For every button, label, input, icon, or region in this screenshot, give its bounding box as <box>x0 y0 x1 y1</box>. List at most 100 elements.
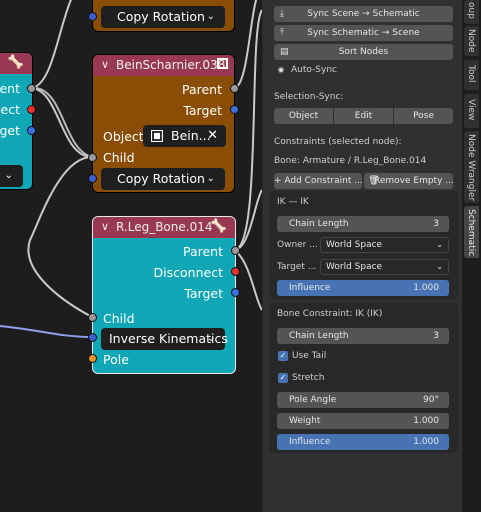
beinscharnier-parent-socket[interactable] <box>230 84 239 93</box>
chevron-down-icon: ⌄ <box>206 173 215 184</box>
object-field[interactable]: Bein... ✕ <box>143 125 226 147</box>
tab-view[interactable]: View <box>464 94 479 128</box>
chevron-down-icon: ⌄ <box>4 170 13 181</box>
use-tail-checkbox[interactable]: ✓ <box>278 351 288 361</box>
object-label: Object: <box>103 129 148 144</box>
tab-node-wrangler[interactable]: Node Wrangler <box>464 131 479 203</box>
object-icon <box>217 58 228 69</box>
left-node-dropdown[interactable]: ⌄ <box>0 165 23 187</box>
beinscharnier-action-dropdown[interactable]: Copy Rotation ⌄ <box>101 168 225 190</box>
left-node-parent: Parent <box>0 81 20 96</box>
leg-bone-node[interactable]: ∨ R.Leg_Bone.014 🦴 Parent Disconnect Tar… <box>92 216 236 374</box>
tab-group[interactable]: oup <box>464 0 479 24</box>
beinscharnier-action-socket[interactable] <box>88 174 97 183</box>
close-icon[interactable]: ✕ <box>207 125 218 147</box>
pole-angle-label: Pole Angle <box>289 395 337 405</box>
auto-sync-toggle[interactable] <box>276 65 286 75</box>
tab-schematic[interactable]: Schematic <box>464 206 479 258</box>
ik-panel: IK — IK Chain Length 3 Owner ... World S… <box>269 191 458 299</box>
ik-chain-length-value: 3 <box>433 219 439 229</box>
pole-angle-value: 90° <box>423 395 439 405</box>
object-cube-icon <box>151 130 163 142</box>
bc-influence-value: 1.000 <box>413 437 439 447</box>
beinscharnier-child-socket[interactable] <box>88 153 97 162</box>
bone-label: Bone: Armature / R.Leg_Bone.014 <box>274 156 427 166</box>
leg-bone-action-dropdown[interactable]: Inverse Kinematics ⌄ <box>101 328 228 350</box>
beinscharnier-node[interactable]: ∨ BeinScharnier.038 Parent Target Object… <box>92 54 235 193</box>
sort-icon: ▤ <box>280 47 289 57</box>
leg-bone-child-socket[interactable] <box>88 313 97 322</box>
leg-bone-disconnect-socket[interactable] <box>231 267 240 276</box>
ik-panel-title: IK — IK <box>277 197 309 207</box>
tab-node-label: Node <box>466 29 476 53</box>
left-parent-socket[interactable] <box>27 84 36 93</box>
tab-tool-label: Tool <box>466 65 476 83</box>
top-node-action-label: Copy Rotation <box>117 9 205 24</box>
sort-nodes-label: Sort Nodes <box>338 47 389 57</box>
chevron-down-icon: ⌄ <box>436 262 443 271</box>
chevron-down-icon: ⌄ <box>206 333 215 344</box>
target-space-label: Target ... <box>277 262 317 272</box>
left-node-target: Target <box>0 123 20 138</box>
bc-influence-slider[interactable]: Influence 1.000 <box>277 434 449 450</box>
sort-nodes-button[interactable]: ▤ Sort Nodes <box>274 44 453 60</box>
sync-schematic-button[interactable]: ⤒ Sync Schematic → Scene <box>274 25 453 41</box>
leg-bone-pole-socket[interactable] <box>88 354 97 363</box>
schematic-sidebar: ⤓ Sync Scene → Schematic ⤒ Sync Schemati… <box>262 0 463 512</box>
leg-bone-target: Target <box>184 286 223 301</box>
sync-scene-label: Sync Scene → Schematic <box>307 9 420 19</box>
ik-chain-length-label: Chain Length <box>289 219 349 229</box>
bc-influence-label: Influence <box>289 437 331 447</box>
beinscharnier-title: BeinScharnier.038 <box>116 58 226 72</box>
left-node-disconnect: Disconnect <box>0 102 20 117</box>
left-disconnect-socket[interactable] <box>27 105 36 114</box>
pole-angle-field[interactable]: Pole Angle 90° <box>277 392 449 408</box>
remove-empty-button[interactable]: 🗑 Remove Empty ... <box>364 173 454 189</box>
target-space-select[interactable]: World Space ⌄ <box>320 259 449 275</box>
top-node[interactable]: Copy Rotation ⌄ <box>92 0 235 32</box>
selection-object-button[interactable]: Object <box>274 108 333 124</box>
leg-bone-title: R.Leg_Bone.014 <box>116 220 213 234</box>
beinscharnier-target-socket[interactable] <box>230 105 239 114</box>
selection-pose-button[interactable]: Pose <box>394 108 453 124</box>
tab-node[interactable]: Node <box>464 26 479 56</box>
leg-bone-header[interactable]: ∨ R.Leg_Bone.014 🦴 <box>93 217 235 238</box>
bone-constraint-panel: Bone Constraint: IK (IK) Chain Length 3 … <box>269 303 458 453</box>
left-target-socket[interactable] <box>27 126 36 135</box>
node-editor[interactable]: 🦴 Parent Disconnect Target ⌄ Copy Rotati… <box>0 0 262 512</box>
stretch-checkbox[interactable]: ✓ <box>278 373 288 383</box>
ik-chain-length-field[interactable]: Chain Length 3 <box>277 216 449 232</box>
ik-influence-slider[interactable]: Influence 1.000 <box>277 280 449 296</box>
leg-bone-parent-socket[interactable] <box>231 246 240 255</box>
ik-influence-value: 1.000 <box>413 283 439 293</box>
left-node[interactable]: 🦴 Parent Disconnect Target ⌄ <box>0 52 33 190</box>
add-constraint-button[interactable]: + Add Constraint ... <box>274 173 363 189</box>
owner-space-value: World Space <box>326 240 383 250</box>
tab-schematic-label: Schematic <box>466 209 476 257</box>
tab-view-label: View <box>466 99 476 121</box>
sync-scene-button[interactable]: ⤓ Sync Scene → Schematic <box>274 6 453 22</box>
selection-edit-button[interactable]: Edit <box>334 108 393 124</box>
owner-space-select[interactable]: World Space ⌄ <box>320 237 449 253</box>
left-node-header[interactable]: 🦴 <box>0 53 32 74</box>
upload-icon: ⤒ <box>280 28 284 38</box>
top-node-socket[interactable] <box>88 12 97 21</box>
collapse-chevron-icon[interactable]: ∨ <box>101 220 109 233</box>
leg-bone-pole: Pole <box>103 352 129 367</box>
tab-node-wrangler-label: Node Wrangler <box>466 134 476 202</box>
trash-icon: 🗑 <box>368 176 380 186</box>
weight-value: 1.000 <box>413 416 439 426</box>
stretch-label: Stretch <box>292 373 325 383</box>
top-node-action-dropdown[interactable]: Copy Rotation ⌄ <box>101 6 225 28</box>
leg-bone-action-socket[interactable] <box>88 333 97 342</box>
bone-icon: 🦴 <box>210 219 227 234</box>
collapse-chevron-icon[interactable]: ∨ <box>101 58 109 71</box>
beinscharnier-header[interactable]: ∨ BeinScharnier.038 <box>93 55 234 76</box>
leg-bone-disconnect: Disconnect <box>153 265 223 280</box>
leg-bone-target-socket[interactable] <box>231 288 240 297</box>
bc-chain-length-field[interactable]: Chain Length 3 <box>277 328 449 344</box>
tab-tool[interactable]: Tool <box>464 60 479 90</box>
use-tail-label: Use Tail <box>292 351 327 361</box>
weight-field[interactable]: Weight 1.000 <box>277 413 449 429</box>
weight-label: Weight <box>289 416 321 426</box>
